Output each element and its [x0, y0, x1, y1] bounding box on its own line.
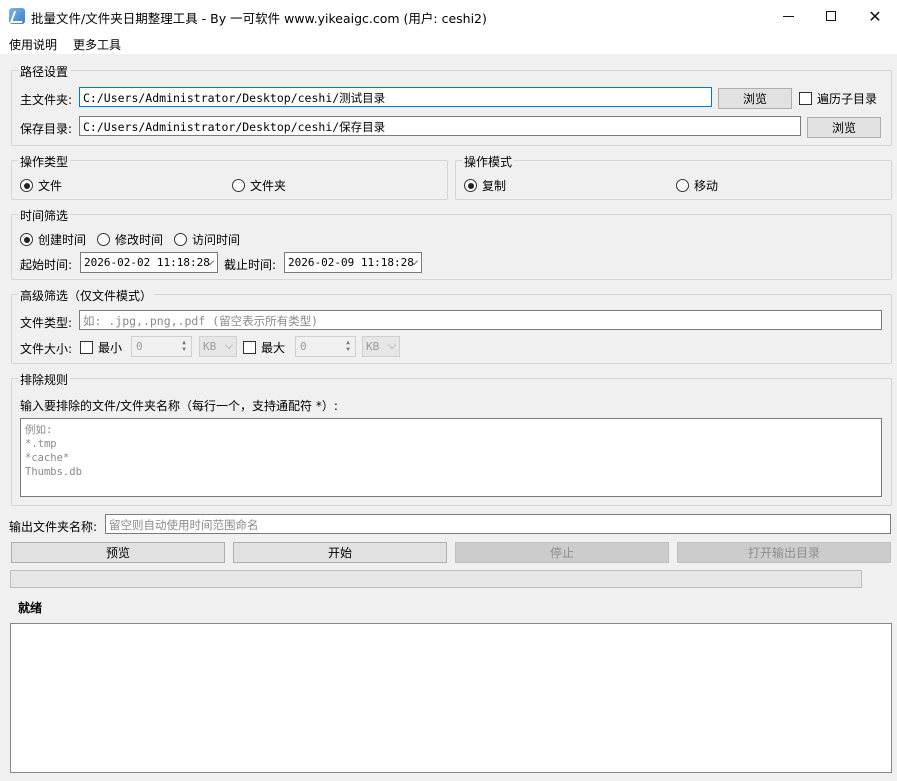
- max-size-checkbox-box[interactable]: [243, 341, 256, 354]
- op-mode-title: 操作模式: [462, 153, 515, 170]
- op-mode-move-radio[interactable]: 移动: [676, 177, 718, 194]
- radio-selected-icon[interactable]: [20, 233, 33, 246]
- close-button[interactable]: ✕: [852, 0, 897, 32]
- radio-icon[interactable]: [174, 233, 187, 246]
- minimize-button[interactable]: [765, 0, 811, 32]
- file-type-placeholder: 如: .jpg,.png,.pdf (留空表示所有类型): [83, 314, 319, 328]
- op-type-folder-label: 文件夹: [250, 179, 287, 193]
- close-icon: ✕: [868, 6, 882, 26]
- min-size-checkbox-box[interactable]: [80, 341, 93, 354]
- max-size-unit-select[interactable]: KB: [362, 336, 400, 357]
- source-folder-label: 主文件夹:: [20, 93, 73, 107]
- min-size-unit-select[interactable]: KB: [199, 336, 237, 357]
- minimize-icon: [782, 15, 794, 17]
- output-name-input[interactable]: 留空则自动使用时间范围命名: [105, 514, 891, 534]
- exclude-placeholder-line: Thumbs.db: [25, 466, 82, 478]
- radio-icon[interactable]: [232, 179, 245, 192]
- start-time-value: 2026-02-02 11:18:28: [84, 256, 210, 269]
- file-type-label: 文件类型:: [20, 316, 73, 330]
- min-size-value: 0: [136, 340, 143, 353]
- exclude-rules-title: 排除规则: [18, 371, 71, 388]
- chevron-down-icon[interactable]: [225, 341, 233, 349]
- advanced-filter-title: 高级筛选（仅文件模式）: [18, 287, 155, 304]
- min-size-checkbox[interactable]: 最小: [80, 339, 122, 356]
- op-type-file-radio[interactable]: 文件: [20, 177, 62, 194]
- menu-item-help[interactable]: 使用说明: [9, 36, 57, 53]
- recursive-checkbox[interactable]: 遍历子目录: [799, 90, 877, 107]
- min-size-unit-value: KB: [203, 340, 217, 353]
- output-name-label: 输出文件夹名称:: [9, 520, 98, 534]
- time-created-label: 创建时间: [38, 233, 87, 247]
- output-name-placeholder: 留空则自动使用时间范围命名: [109, 518, 259, 532]
- stop-button[interactable]: 停止: [455, 542, 669, 563]
- max-size-checkbox[interactable]: 最大: [243, 339, 285, 356]
- op-mode-group: [455, 160, 892, 200]
- exclude-rules-textarea[interactable]: 例如: *.tmp *cache* Thumbs.db: [20, 418, 882, 497]
- log-output-box[interactable]: [10, 623, 892, 773]
- dest-folder-label: 保存目录:: [20, 122, 73, 136]
- time-filter-title: 时间筛选: [18, 207, 71, 224]
- menu-item-more-tools[interactable]: 更多工具: [73, 36, 121, 53]
- end-time-picker[interactable]: 2026-02-09 11:18:28: [284, 252, 422, 273]
- spinner-arrows-icon[interactable]: ▲ ▼: [343, 339, 353, 354]
- exclude-placeholder-line: *.tmp: [25, 438, 57, 450]
- time-accessed-label: 访问时间: [192, 233, 241, 247]
- start-button[interactable]: 开始: [233, 542, 447, 563]
- recursive-checkbox-box[interactable]: [799, 92, 812, 105]
- end-time-value: 2026-02-09 11:18:28: [288, 256, 414, 269]
- max-size-spinner[interactable]: 0 ▲ ▼: [295, 336, 356, 357]
- op-mode-copy-radio[interactable]: 复制: [464, 177, 506, 194]
- op-type-file-label: 文件: [38, 179, 63, 193]
- open-output-button[interactable]: 打开输出目录: [677, 542, 891, 563]
- op-type-group: [11, 160, 448, 200]
- time-modified-label: 修改时间: [115, 233, 164, 247]
- menu-bar: [0, 32, 897, 54]
- exclude-placeholder-line: 例如:: [25, 424, 53, 436]
- start-time-picker[interactable]: 2026-02-02 11:18:28: [80, 252, 218, 273]
- chevron-down-icon[interactable]: [388, 341, 396, 349]
- radio-selected-icon[interactable]: [464, 179, 477, 192]
- spinner-arrows-icon[interactable]: ▲ ▼: [179, 339, 189, 354]
- max-size-unit-value: KB: [366, 340, 380, 353]
- recursive-label: 遍历子目录: [817, 92, 878, 106]
- progress-bar: [10, 570, 862, 588]
- radio-icon[interactable]: [676, 179, 689, 192]
- op-mode-move-label: 移动: [694, 179, 719, 193]
- end-time-label: 截止时间:: [224, 258, 277, 272]
- exclude-placeholder-line: *cache*: [25, 452, 70, 464]
- preview-button[interactable]: 预览: [11, 542, 225, 563]
- maximize-button[interactable]: [808, 0, 854, 32]
- dest-folder-input[interactable]: C:/Users/Administrator/Desktop/ceshi/保存目…: [79, 116, 801, 136]
- maximize-icon: [826, 11, 836, 21]
- source-folder-input[interactable]: C:/Users/Administrator/Desktop/ceshi/测试目…: [79, 87, 712, 107]
- op-type-title: 操作类型: [18, 153, 71, 170]
- path-settings-title: 路径设置: [18, 63, 71, 80]
- time-created-radio[interactable]: 创建时间: [20, 231, 86, 248]
- min-size-label: 最小: [98, 341, 123, 355]
- op-mode-copy-label: 复制: [482, 179, 507, 193]
- time-modified-radio[interactable]: 修改时间: [97, 231, 163, 248]
- start-time-label: 起始时间:: [20, 258, 73, 272]
- file-size-label: 文件大小:: [20, 342, 73, 356]
- radio-icon[interactable]: [97, 233, 110, 246]
- max-size-label: 最大: [261, 341, 286, 355]
- source-browse-button[interactable]: 浏览: [718, 88, 792, 109]
- max-size-value: 0: [300, 340, 307, 353]
- window-title: 批量文件/文件夹日期整理工具 - By 一可软件 www.yikeaigc.co…: [31, 11, 487, 26]
- min-size-spinner[interactable]: 0 ▲ ▼: [131, 336, 192, 357]
- file-type-input[interactable]: 如: .jpg,.png,.pdf (留空表示所有类型): [79, 310, 882, 330]
- time-accessed-radio[interactable]: 访问时间: [174, 231, 240, 248]
- op-type-folder-radio[interactable]: 文件夹: [232, 177, 286, 194]
- exclude-instruction: 输入要排除的文件/文件夹名称（每行一个，支持通配符 *）:: [20, 399, 338, 413]
- status-text: 就绪: [18, 601, 43, 615]
- radio-selected-icon[interactable]: [20, 179, 33, 192]
- dest-browse-button[interactable]: 浏览: [807, 117, 881, 138]
- app-icon: [9, 8, 25, 24]
